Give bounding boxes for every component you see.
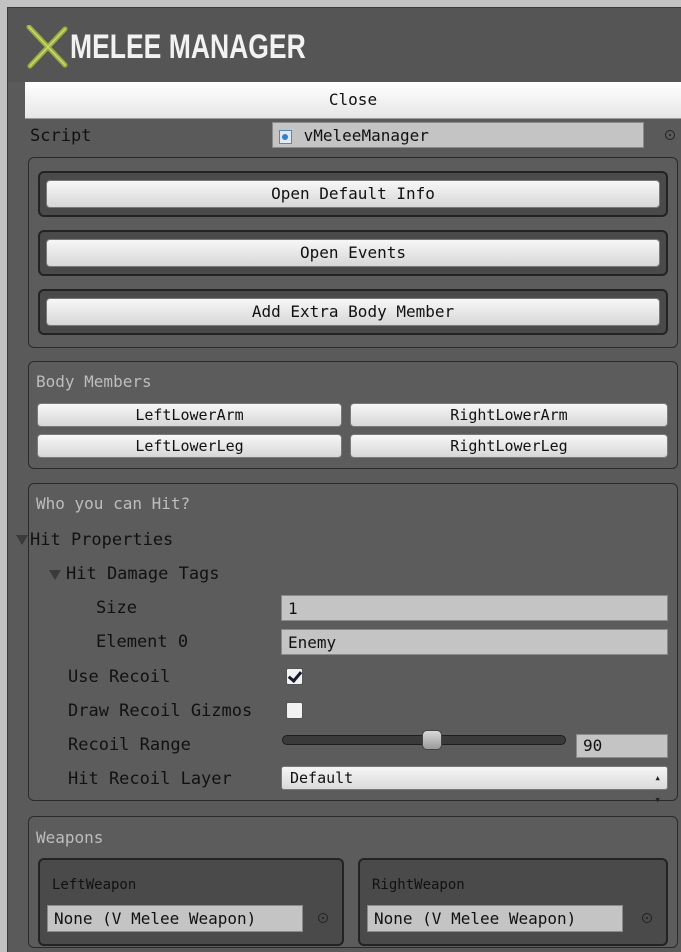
body-member-right-lower-leg[interactable]: RightLowerLeg bbox=[350, 434, 668, 458]
close-button[interactable]: Close bbox=[25, 82, 681, 119]
body-member-right-lower-arm[interactable]: RightLowerArm bbox=[350, 403, 668, 427]
hit-recoil-layer-label: Hit Recoil Layer bbox=[68, 769, 232, 789]
draw-recoil-gizmos-label: Draw Recoil Gizmos bbox=[68, 701, 253, 721]
weapons-title: Weapons bbox=[36, 828, 104, 847]
hit-properties-foldout[interactable]: Hit Properties bbox=[30, 530, 173, 550]
use-recoil-checkbox[interactable] bbox=[286, 668, 303, 685]
object-picker-icon[interactable] bbox=[665, 130, 675, 140]
body-members-title: Body Members bbox=[36, 372, 152, 391]
recoil-range-label: Recoil Range bbox=[68, 735, 191, 755]
object-picker-icon[interactable] bbox=[318, 913, 328, 923]
foldout-arrow-icon[interactable] bbox=[49, 570, 61, 580]
right-weapon-box bbox=[358, 858, 668, 946]
size-label: Size bbox=[96, 598, 137, 618]
object-picker-icon[interactable] bbox=[642, 913, 652, 923]
recoil-range-slider-handle[interactable] bbox=[421, 730, 442, 750]
size-input[interactable]: 1 bbox=[281, 595, 668, 621]
hit-recoil-layer-value: Default bbox=[290, 769, 354, 787]
element0-input[interactable]: Enemy bbox=[281, 629, 668, 655]
open-default-info-button[interactable]: Open Default Info bbox=[46, 180, 660, 208]
draw-recoil-gizmos-checkbox[interactable] bbox=[286, 702, 303, 719]
right-weapon-field[interactable]: None (V Melee Weapon) bbox=[367, 905, 623, 932]
crossed-swords-icon bbox=[26, 25, 68, 69]
hit-damage-tags-foldout[interactable]: Hit Damage Tags bbox=[66, 564, 220, 584]
script-field-value: vMeleeManager bbox=[303, 126, 429, 145]
left-weapon-field[interactable]: None (V Melee Weapon) bbox=[47, 905, 303, 932]
body-member-left-lower-arm[interactable]: LeftLowerArm bbox=[37, 403, 342, 427]
script-label: Script bbox=[30, 126, 92, 146]
use-recoil-label: Use Recoil bbox=[68, 667, 171, 687]
left-weapon-box bbox=[38, 858, 344, 946]
element0-label: Element 0 bbox=[96, 632, 189, 652]
script-field[interactable]: vMeleeManager bbox=[272, 122, 644, 148]
inspector-panel bbox=[7, 7, 681, 952]
add-extra-body-member-button[interactable]: Add Extra Body Member bbox=[46, 298, 660, 326]
recoil-range-input[interactable]: 90 bbox=[576, 734, 668, 758]
hit-section-title: Who you can Hit? bbox=[36, 494, 191, 513]
inspector-window: MELEE MANAGER Close Script vMeleeManager… bbox=[0, 0, 681, 952]
open-events-button[interactable]: Open Events bbox=[46, 239, 660, 267]
hit-recoil-layer-dropdown[interactable]: Default ▴ ▾ bbox=[281, 766, 668, 806]
dropdown-arrows-icon: ▴ ▾ bbox=[654, 771, 661, 806]
right-weapon-label: RightWeapon bbox=[372, 877, 465, 893]
foldout-arrow-icon[interactable] bbox=[16, 535, 28, 545]
body-member-left-lower-leg[interactable]: LeftLowerLeg bbox=[37, 434, 342, 458]
csharp-script-icon bbox=[279, 129, 292, 144]
left-weapon-label: LeftWeapon bbox=[52, 877, 137, 893]
header-title: MELEE MANAGER bbox=[70, 28, 306, 66]
